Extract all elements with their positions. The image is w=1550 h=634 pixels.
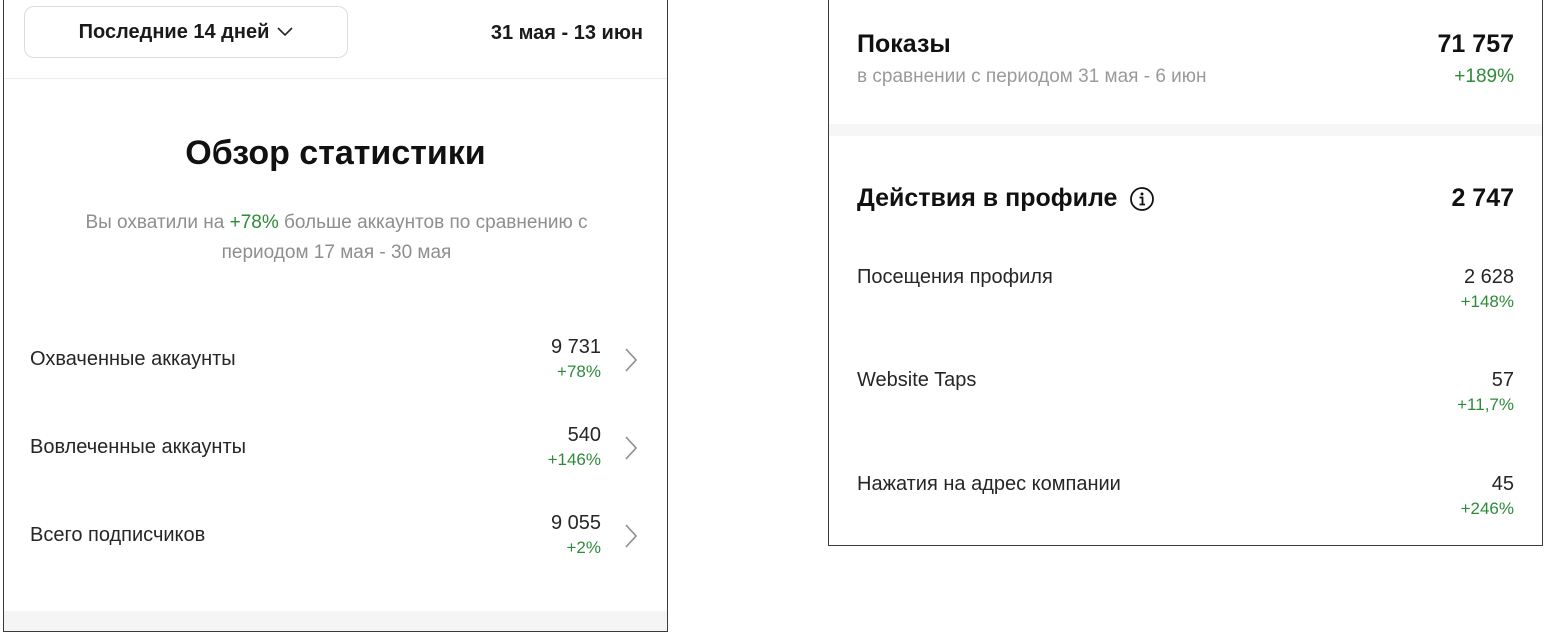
date-range-dropdown-label: Последние 14 дней	[78, 20, 270, 43]
overview-subtitle: Вы охватили на +78% больше аккаунтов по …	[64, 208, 609, 268]
info-icon[interactable]	[1129, 186, 1155, 212]
metric-value: 57	[1491, 369, 1514, 391]
stat-row-engaged-accounts[interactable]: Вовлеченные аккаунты 540 +146%	[4, 424, 667, 496]
profile-actions-title: Действия в профиле	[857, 184, 1155, 213]
profile-actions-total: 2 747	[1451, 184, 1514, 212]
stat-delta: +78%	[557, 362, 601, 381]
date-range-bar: Последние 14 дней 31 мая - 13 июн	[4, 0, 667, 79]
stat-delta: +2%	[566, 538, 602, 557]
stat-row-total-followers[interactable]: Всего подписчиков 9 055 +2%	[4, 512, 667, 584]
metric-label: Нажатия на адрес компании	[857, 473, 1121, 495]
stat-label: Вовлеченные аккаунты	[30, 436, 246, 458]
page-title: Обзор статистики	[185, 134, 486, 172]
metric-value: 2 628	[1463, 266, 1514, 288]
chevron-right-icon	[625, 436, 638, 465]
stat-row-reached-accounts[interactable]: Охваченные аккаунты 9 731 +78%	[4, 336, 667, 408]
impressions-delta: +189%	[1454, 66, 1514, 87]
metric-delta: +246%	[1460, 499, 1514, 518]
metric-value: 45	[1491, 473, 1514, 495]
details-panel: Показы в сравнении с периодом 31 мая - 6…	[828, 0, 1543, 546]
impressions-value: 71 757	[1437, 30, 1514, 58]
chevron-down-icon	[277, 27, 293, 37]
metric-label: Посещения профиля	[857, 266, 1053, 288]
section-divider	[829, 124, 1542, 136]
subtitle-percentage: +78%	[229, 212, 279, 233]
stat-delta: +146%	[547, 450, 601, 469]
metric-delta: +11,7%	[1457, 395, 1514, 414]
stat-value: 9 055	[550, 512, 601, 534]
list-item-website-taps: Website Taps 57 +11,7%	[829, 369, 1542, 429]
list-item-address-taps: Нажатия на адрес компании 45 +246%	[829, 473, 1542, 533]
stat-label: Всего подписчиков	[30, 524, 206, 546]
metric-label: Website Taps	[857, 369, 977, 391]
date-range-dropdown[interactable]: Последние 14 дней	[24, 6, 348, 58]
impressions-comparison: в сравнении с периодом 31 мая - 6 июн	[857, 66, 1207, 87]
chevron-right-icon	[625, 348, 638, 377]
stat-value: 9 731	[550, 336, 601, 358]
stat-label: Охваченные аккаунты	[30, 348, 236, 370]
metric-delta: +148%	[1460, 292, 1514, 311]
stat-value: 540	[567, 424, 601, 446]
section-divider	[4, 611, 667, 631]
chevron-right-icon	[625, 524, 638, 553]
profile-actions-label: Действия в профиле	[857, 184, 1118, 212]
list-item-profile-visits: Посещения профиля 2 628 +148%	[829, 266, 1542, 326]
date-range-text: 31 мая - 13 июн	[490, 22, 643, 44]
impressions-title: Показы	[857, 30, 951, 58]
overview-panel: Последние 14 дней 31 мая - 13 июн Обзор …	[3, 0, 668, 632]
subtitle-prefix: Вы охватили на	[85, 212, 225, 233]
